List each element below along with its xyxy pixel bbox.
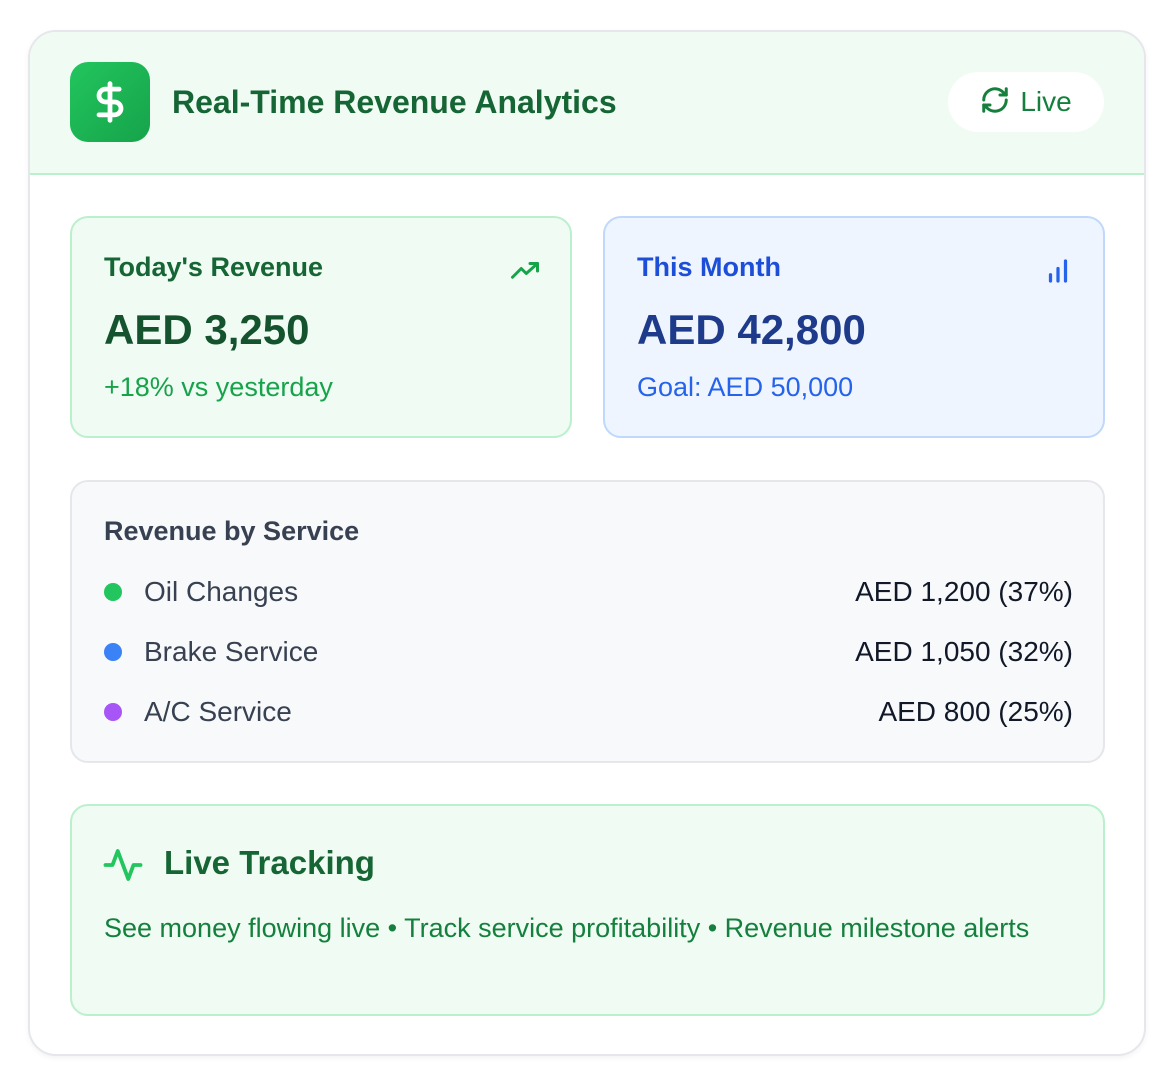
legend-dot <box>104 583 122 601</box>
trending-up-icon <box>510 256 540 286</box>
service-name: Brake Service <box>144 636 319 667</box>
service-name: A/C Service <box>144 696 292 727</box>
list-item: Brake Service AED 1,050 (32%) <box>104 632 1073 672</box>
todays-revenue-value: AED 3,250 <box>104 306 310 353</box>
live-tracking-description: See money flowing live • Track service p… <box>104 913 1030 943</box>
service-amount: AED 800 (25%) <box>878 696 1073 727</box>
this-month-card: This Month AED 42,800 Goal: AED 50,000 <box>603 216 1105 438</box>
list-item: Oil Changes AED 1,200 (37%) <box>104 572 1073 612</box>
revenue-by-service-title: Revenue by Service <box>104 516 360 546</box>
live-tracking-title: Live Tracking <box>164 844 375 881</box>
service-name: Oil Changes <box>144 576 299 607</box>
revenue-analytics-card: Real-Time Revenue Analytics Live Today's… <box>28 30 1146 1056</box>
todays-revenue-change: +18% vs yesterday <box>104 372 333 402</box>
this-month-label: This Month <box>637 252 781 282</box>
todays-revenue-card: Today's Revenue AED 3,250 +18% vs yester… <box>70 216 572 438</box>
service-amount: AED 1,050 (32%) <box>855 636 1073 667</box>
live-button-label: Live <box>1020 86 1072 117</box>
refresh-icon <box>980 85 1010 120</box>
this-month-value: AED 42,800 <box>637 306 866 353</box>
todays-revenue-label: Today's Revenue <box>104 252 323 282</box>
this-month-goal: Goal: AED 50,000 <box>637 372 854 402</box>
revenue-by-service-panel: Revenue by Service Oil Changes AED 1,200… <box>70 480 1105 763</box>
page-title: Real-Time Revenue Analytics <box>172 84 617 120</box>
legend-dot <box>104 703 122 721</box>
service-amount: AED 1,200 (37%) <box>855 576 1073 607</box>
list-item: A/C Service AED 800 (25%) <box>104 692 1073 732</box>
card-header: Real-Time Revenue Analytics Live <box>30 32 1144 175</box>
legend-dot <box>104 643 122 661</box>
dollar-sign-icon <box>70 62 150 142</box>
live-tracking-panel: Live Tracking See money flowing live • T… <box>70 804 1105 1016</box>
bar-chart-icon <box>1043 256 1073 286</box>
live-button[interactable]: Live <box>948 72 1104 132</box>
activity-icon <box>102 844 144 886</box>
